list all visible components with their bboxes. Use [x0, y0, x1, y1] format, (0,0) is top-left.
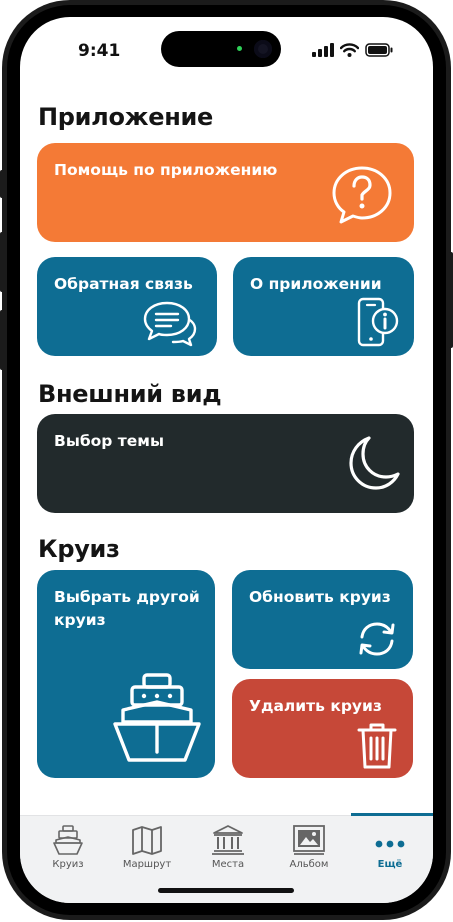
tab-active-indicator: [351, 813, 433, 816]
about-card[interactable]: О приложении: [233, 257, 414, 356]
section-title-appearance: Внешний вид: [38, 380, 222, 408]
status-time: 9:41: [78, 41, 121, 61]
trash-icon: [357, 723, 397, 769]
album-icon: [293, 825, 325, 855]
map-icon: [132, 826, 162, 855]
delete-cruise-card-label: Удалить круиз: [249, 697, 382, 715]
choose-cruise-card[interactable]: Выбрать другой круиз: [37, 570, 215, 778]
mute-switch: [0, 170, 4, 198]
tab-bar: Круиз Маршрут Места Альбом Ещё: [20, 813, 433, 903]
tab-route-label: Маршрут: [122, 859, 172, 870]
chat-bubbles-icon: [143, 301, 197, 347]
tab-album-label: Альбом: [289, 859, 329, 870]
help-card[interactable]: Помощь по приложению: [37, 143, 414, 242]
about-card-label: О приложении: [250, 275, 382, 293]
home-indicator: [158, 888, 294, 893]
volume-up-button: [0, 232, 4, 292]
question-bubble-icon: [332, 166, 392, 224]
theme-card[interactable]: Выбор темы: [37, 414, 414, 513]
tab-places[interactable]: Места: [188, 824, 268, 884]
update-cruise-card-label: Обновить круиз: [249, 588, 391, 606]
update-cruise-card[interactable]: Обновить круиз: [232, 570, 413, 669]
landmark-icon: [212, 825, 244, 855]
section-title-app: Приложение: [38, 103, 213, 131]
wifi-icon: [340, 43, 359, 57]
power-button: [449, 252, 453, 348]
section-title-cruise: Круиз: [38, 535, 120, 563]
tab-places-label: Места: [211, 859, 245, 870]
feedback-card[interactable]: Обратная связь: [37, 257, 217, 356]
dynamic-island: [161, 31, 281, 67]
ship-icon: [113, 673, 201, 762]
cellular-signal-icon: [312, 43, 334, 57]
volume-down-button: [0, 310, 4, 370]
front-camera: [254, 40, 272, 58]
phone-info-icon: [357, 297, 399, 347]
feedback-card-label: Обратная связь: [54, 275, 193, 293]
delete-cruise-card[interactable]: Удалить круиз: [232, 679, 413, 778]
privacy-indicator: [237, 46, 242, 51]
choose-cruise-card-label: Выбрать другой круиз: [54, 588, 200, 629]
tab-cruise-label: Круиз: [52, 859, 84, 870]
moon-icon: [349, 436, 400, 490]
tab-more[interactable]: Ещё: [350, 824, 430, 884]
tab-route[interactable]: Маршрут: [107, 824, 187, 884]
tab-cruise[interactable]: Круиз: [28, 824, 108, 884]
tab-more-label: Ещё: [377, 859, 403, 870]
tab-album[interactable]: Альбом: [269, 824, 349, 884]
more-dots-icon: [375, 840, 405, 848]
ship-icon: [53, 825, 83, 855]
battery-icon: [365, 43, 393, 57]
status-icons: [312, 41, 393, 59]
screen: 9:41 Приложение Помощь по приложению Обр…: [20, 17, 433, 903]
refresh-icon: [359, 622, 395, 656]
status-bar: 9:41: [20, 17, 433, 77]
